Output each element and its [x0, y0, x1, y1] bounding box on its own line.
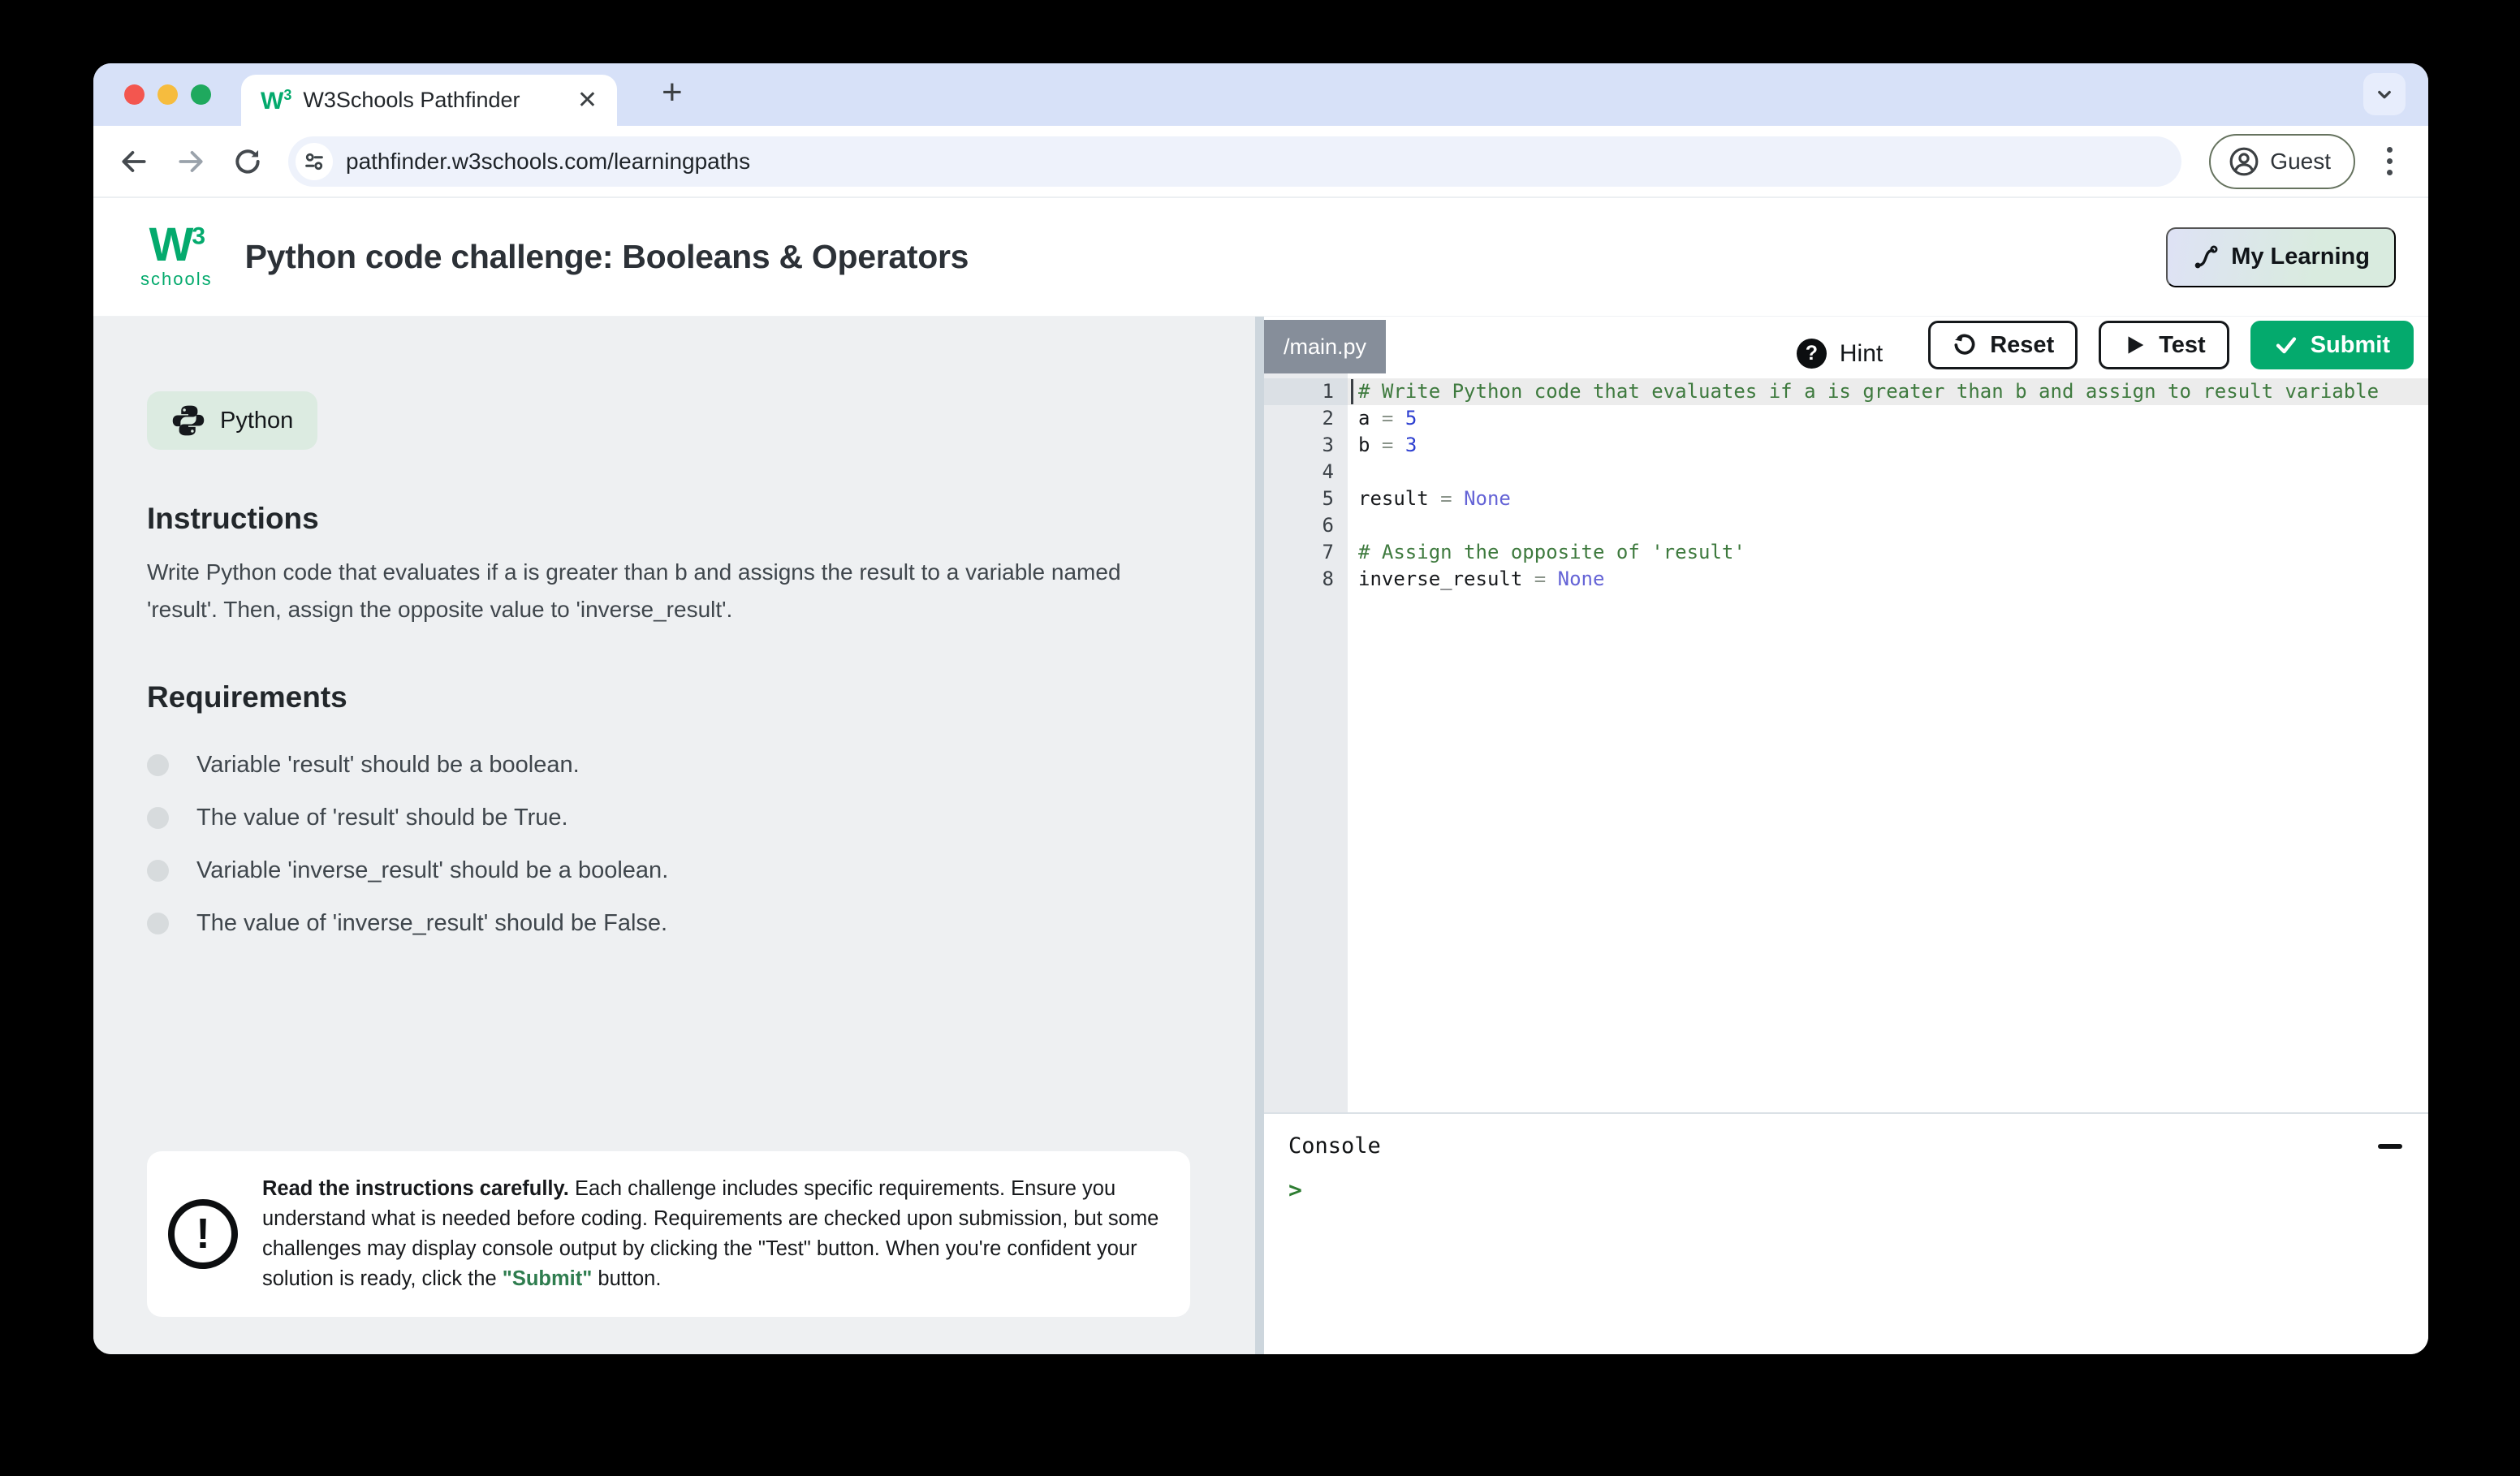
site-settings-icon	[303, 150, 326, 173]
line-number: 7	[1264, 539, 1348, 566]
hint-button[interactable]: ? Hint	[1797, 339, 1883, 369]
tab-title: W3Schools Pathfinder	[303, 88, 520, 113]
browser-tab-bar: W3 W3Schools Pathfinder ✕ +	[93, 63, 2428, 126]
forward-button[interactable]	[175, 145, 207, 178]
code-line[interactable]: result = None	[1348, 486, 2428, 512]
requirement-status-icon	[147, 807, 169, 829]
test-button[interactable]: Test	[2099, 321, 2229, 369]
reload-icon	[232, 146, 263, 177]
browser-tab[interactable]: W3 W3Schools Pathfinder ✕	[241, 75, 617, 126]
text-cursor	[1351, 379, 1353, 404]
profile-button[interactable]: Guest	[2209, 134, 2355, 189]
code-lines[interactable]: # Write Python code that evaluates if a …	[1348, 373, 2428, 1112]
instructions-body: Write Python code that evaluates if a is…	[147, 554, 1178, 628]
note-text: Read the instructions carefully. Each ch…	[262, 1174, 1163, 1294]
minus-icon	[2378, 1144, 2402, 1149]
line-number: 2	[1264, 405, 1348, 432]
requirement-status-icon	[147, 913, 169, 934]
reload-button[interactable]	[231, 145, 264, 178]
console-panel: Console >	[1264, 1114, 2428, 1354]
requirement-status-icon	[147, 754, 169, 776]
maximize-window-button[interactable]	[191, 84, 211, 105]
requirements-list: Variable 'result' should be a boolean. T…	[147, 739, 1190, 950]
guest-avatar-icon	[2229, 146, 2259, 177]
new-tab-button[interactable]: +	[662, 75, 683, 110]
profile-label: Guest	[2270, 149, 2331, 175]
w3schools-favicon-icon: W3	[261, 88, 291, 114]
w3schools-logo[interactable]: W3 schools	[140, 224, 213, 289]
back-arrow-icon	[119, 146, 149, 177]
requirement-item: The value of 'inverse_result' should be …	[147, 897, 1190, 950]
editor-toolbar: /main.py ? Hint Reset Test Submit	[1264, 317, 2428, 373]
url-text: pathfinder.w3schools.com/learningpaths	[346, 149, 750, 175]
instructions-title: Instructions	[147, 502, 1190, 536]
my-learning-button[interactable]: My Learning	[2166, 227, 2396, 287]
question-mark-icon: ?	[1797, 339, 1827, 369]
main-content: Python Instructions Write Python code th…	[93, 317, 2428, 1354]
play-icon	[2122, 333, 2147, 357]
python-logo-icon	[171, 404, 205, 438]
editor-panel: /main.py ? Hint Reset Test Submit	[1264, 317, 2428, 1354]
app-header: W3 schools Python code challenge: Boolea…	[93, 198, 2428, 317]
console-collapse-button[interactable]	[2378, 1136, 2402, 1157]
panel-resize-handle[interactable]	[1255, 317, 1264, 1354]
code-line[interactable]: # Assign the opposite of 'result'	[1348, 539, 2428, 566]
chevron-down-icon	[2372, 82, 2397, 106]
requirement-item: The value of 'result' should be True.	[147, 792, 1190, 844]
forward-arrow-icon	[175, 146, 206, 177]
code-line[interactable]: # Write Python code that evaluates if a …	[1348, 378, 2428, 405]
check-icon	[2274, 333, 2298, 357]
code-editor[interactable]: 12345678 # Write Python code that evalua…	[1264, 373, 2428, 1112]
close-window-button[interactable]	[124, 84, 145, 105]
tab-search-chevron-button[interactable]	[2363, 73, 2406, 115]
line-number: 6	[1264, 512, 1348, 539]
code-line[interactable]: b = 3	[1348, 432, 2428, 459]
learning-path-icon	[2192, 244, 2220, 271]
code-line[interactable]: inverse_result = None	[1348, 566, 2428, 593]
alert-exclamation-icon: !	[168, 1199, 238, 1269]
line-number: 8	[1264, 566, 1348, 593]
line-number-gutter: 12345678	[1264, 373, 1348, 1112]
browser-window: W3 W3Schools Pathfinder ✕ + pathfinder.w…	[93, 63, 2428, 1354]
submit-button[interactable]: Submit	[2250, 321, 2414, 369]
line-number: 4	[1264, 459, 1348, 486]
page-title: Python code challenge: Booleans & Operat…	[245, 238, 969, 276]
console-prompt: >	[1288, 1176, 2402, 1203]
line-number: 3	[1264, 432, 1348, 459]
tab-close-icon[interactable]: ✕	[577, 88, 598, 113]
requirement-item: Variable 'result' should be a boolean.	[147, 739, 1190, 792]
code-line[interactable]	[1348, 459, 2428, 486]
minimize-window-button[interactable]	[158, 84, 178, 105]
browser-menu-button[interactable]	[2373, 147, 2406, 175]
browser-toolbar: pathfinder.w3schools.com/learningpaths G…	[93, 126, 2428, 198]
file-tab-mainpy[interactable]: /main.py	[1264, 320, 1386, 373]
instructions-note-card: ! Read the instructions carefully. Each …	[147, 1151, 1190, 1317]
reset-button[interactable]: Reset	[1928, 321, 2078, 369]
back-button[interactable]	[118, 145, 150, 178]
site-info-button[interactable]	[296, 143, 333, 180]
requirements-title: Requirements	[147, 680, 1190, 714]
code-line[interactable]	[1348, 512, 2428, 539]
reset-icon	[1952, 332, 1978, 358]
line-number: 1	[1264, 378, 1348, 405]
language-badge: Python	[147, 391, 317, 450]
window-controls	[124, 84, 211, 105]
console-title: Console	[1288, 1133, 1381, 1159]
requirement-item: Variable 'inverse_result' should be a bo…	[147, 844, 1190, 897]
challenge-panel: Python Instructions Write Python code th…	[93, 317, 1255, 1354]
requirement-status-icon	[147, 860, 169, 882]
code-line[interactable]: a = 5	[1348, 405, 2428, 432]
line-number: 5	[1264, 486, 1348, 512]
address-bar[interactable]: pathfinder.w3schools.com/learningpaths	[288, 136, 2181, 187]
